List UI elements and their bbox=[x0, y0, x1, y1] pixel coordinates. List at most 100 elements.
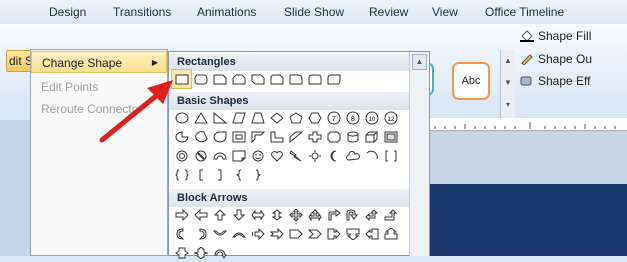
curved-up-arrow-shape[interactable] bbox=[210, 225, 229, 243]
down-arrow-shape[interactable] bbox=[229, 206, 248, 224]
style-gallery-scroll[interactable]: ▲ ▼ ▾ bbox=[500, 50, 515, 118]
tab-design[interactable]: Design bbox=[49, 5, 86, 19]
cube-shape[interactable] bbox=[362, 128, 381, 146]
shape-fill-button[interactable]: Shape Fill bbox=[520, 29, 591, 43]
heart-shape[interactable] bbox=[267, 147, 286, 165]
quad-arrow-callout-shape[interactable] bbox=[191, 244, 210, 262]
circular-arrow-shape[interactable] bbox=[210, 244, 229, 262]
plaque-shape[interactable] bbox=[324, 128, 343, 146]
u-turn-arrow-shape[interactable] bbox=[343, 206, 362, 224]
menu-item-change-shape[interactable]: Change Shape ▶ bbox=[31, 51, 167, 73]
left-right-up-arrow-shape[interactable] bbox=[305, 206, 324, 224]
chevron-shape[interactable] bbox=[305, 225, 324, 243]
l-shape[interactable] bbox=[267, 128, 286, 146]
left-right-arrow-callout-shape[interactable] bbox=[172, 244, 191, 262]
left-arrow-callout-shape[interactable] bbox=[362, 225, 381, 243]
pentagon-shape[interactable] bbox=[286, 109, 305, 127]
scroll-up-icon[interactable]: ▲ bbox=[412, 54, 427, 70]
left-right-arrow-shape[interactable] bbox=[248, 206, 267, 224]
curved-left-arrow-shape[interactable] bbox=[191, 225, 210, 243]
diagonal-stripe-shape[interactable] bbox=[286, 128, 305, 146]
teardrop-shape[interactable] bbox=[210, 128, 229, 146]
curved-down-arrow-shape[interactable] bbox=[229, 225, 248, 243]
isosceles-triangle-shape[interactable] bbox=[191, 109, 210, 127]
snip-single-corner-rectangle-shape[interactable] bbox=[210, 70, 229, 88]
octagon-shape[interactable]: 8 bbox=[343, 109, 362, 127]
shape-style-abc[interactable]: Abc bbox=[452, 62, 490, 100]
can-shape[interactable] bbox=[343, 128, 362, 146]
trapezoid-shape[interactable] bbox=[248, 109, 267, 127]
lightning-bolt-shape[interactable] bbox=[286, 147, 305, 165]
chord-shape[interactable] bbox=[191, 128, 210, 146]
snip-round-rectangle-shape[interactable] bbox=[267, 70, 286, 88]
smiley-face-shape[interactable] bbox=[248, 147, 267, 165]
up-down-arrow-shape[interactable] bbox=[267, 206, 286, 224]
gallery-scrollbar[interactable]: ▲ bbox=[409, 52, 429, 256]
cloud-shape[interactable] bbox=[343, 147, 362, 165]
bent-arrow-shape[interactable] bbox=[324, 206, 343, 224]
tab-slide-show[interactable]: Slide Show bbox=[284, 5, 344, 19]
striped-right-arrow-shape[interactable] bbox=[248, 225, 267, 243]
scroll-down-icon[interactable]: ▼ bbox=[501, 72, 515, 94]
basic-shapes-row-2 bbox=[172, 128, 400, 146]
tab-animations[interactable]: Animations bbox=[197, 5, 256, 19]
down-arrow-callout-shape[interactable] bbox=[343, 225, 362, 243]
pentagon-arrow-shape[interactable] bbox=[286, 225, 305, 243]
up-arrow-callout-shape[interactable] bbox=[381, 225, 400, 243]
quad-arrow-shape[interactable] bbox=[286, 206, 305, 224]
snip-same-side-rectangle-shape[interactable] bbox=[229, 70, 248, 88]
snip-diagonal-rectangle-shape[interactable] bbox=[248, 70, 267, 88]
sun-shape[interactable] bbox=[305, 147, 324, 165]
left-bracket-shape[interactable] bbox=[191, 166, 210, 184]
dodecagon-shape[interactable]: 12 bbox=[381, 109, 400, 127]
heptagon-shape[interactable]: 7 bbox=[324, 109, 343, 127]
parallelogram-shape[interactable] bbox=[229, 109, 248, 127]
svg-text:8: 8 bbox=[351, 116, 355, 123]
up-arrow-shape[interactable] bbox=[210, 206, 229, 224]
diamond-shape[interactable] bbox=[267, 109, 286, 127]
shape-effects-button[interactable]: Shape Eff bbox=[520, 74, 591, 88]
round-same-side-rectangle-shape[interactable] bbox=[305, 70, 324, 88]
right-triangle-shape[interactable] bbox=[210, 109, 229, 127]
frame-shape[interactable] bbox=[229, 128, 248, 146]
left-up-arrow-shape[interactable] bbox=[362, 206, 381, 224]
double-brace-shape[interactable] bbox=[172, 166, 191, 184]
round-single-corner-rectangle-shape[interactable] bbox=[286, 70, 305, 88]
right-brace-shape[interactable] bbox=[248, 166, 267, 184]
left-arrow-shape[interactable] bbox=[191, 206, 210, 224]
pie-shape[interactable] bbox=[172, 128, 191, 146]
svg-text:10: 10 bbox=[368, 117, 375, 123]
arc-shape[interactable] bbox=[362, 147, 381, 165]
donut-shape[interactable] bbox=[172, 147, 191, 165]
rectangle-shape[interactable] bbox=[171, 69, 192, 89]
oval-shape[interactable] bbox=[172, 109, 191, 127]
tab-review[interactable]: Review bbox=[369, 5, 408, 19]
hexagon-shape[interactable] bbox=[305, 109, 324, 127]
right-arrow-callout-shape[interactable] bbox=[324, 225, 343, 243]
tab-transitions[interactable]: Transitions bbox=[113, 5, 171, 19]
curved-right-arrow-shape[interactable] bbox=[172, 225, 191, 243]
shape-fill-label: Shape Fill bbox=[538, 29, 592, 43]
half-frame-shape[interactable] bbox=[248, 128, 267, 146]
notched-right-arrow-shape[interactable] bbox=[267, 225, 286, 243]
right-arrow-shape[interactable] bbox=[172, 206, 191, 224]
cross-shape[interactable] bbox=[305, 128, 324, 146]
round-diagonal-rectangle-shape[interactable] bbox=[324, 70, 343, 88]
shape-outline-button[interactable]: Shape Ou bbox=[520, 52, 592, 66]
folded-corner-shape[interactable] bbox=[229, 147, 248, 165]
decagon-shape[interactable]: 10 bbox=[362, 109, 381, 127]
more-icon[interactable]: ▾ bbox=[501, 94, 515, 116]
bevel-shape[interactable] bbox=[381, 128, 400, 146]
left-brace-shape[interactable] bbox=[229, 166, 248, 184]
block-arc-shape[interactable] bbox=[210, 147, 229, 165]
bent-up-arrow-shape[interactable] bbox=[381, 206, 400, 224]
edit-shape-menu: Change Shape ▶ Edit Points Reroute Conne… bbox=[30, 49, 168, 256]
right-bracket-shape[interactable] bbox=[210, 166, 229, 184]
moon-shape[interactable] bbox=[324, 147, 343, 165]
scroll-up-icon[interactable]: ▲ bbox=[501, 50, 515, 72]
tab-view[interactable]: View bbox=[432, 5, 458, 19]
double-bracket-shape[interactable] bbox=[381, 147, 400, 165]
rounded-rectangle-shape[interactable] bbox=[191, 70, 210, 88]
tab-office-timeline[interactable]: Office Timeline bbox=[485, 5, 564, 19]
no-symbol-shape[interactable] bbox=[191, 147, 210, 165]
